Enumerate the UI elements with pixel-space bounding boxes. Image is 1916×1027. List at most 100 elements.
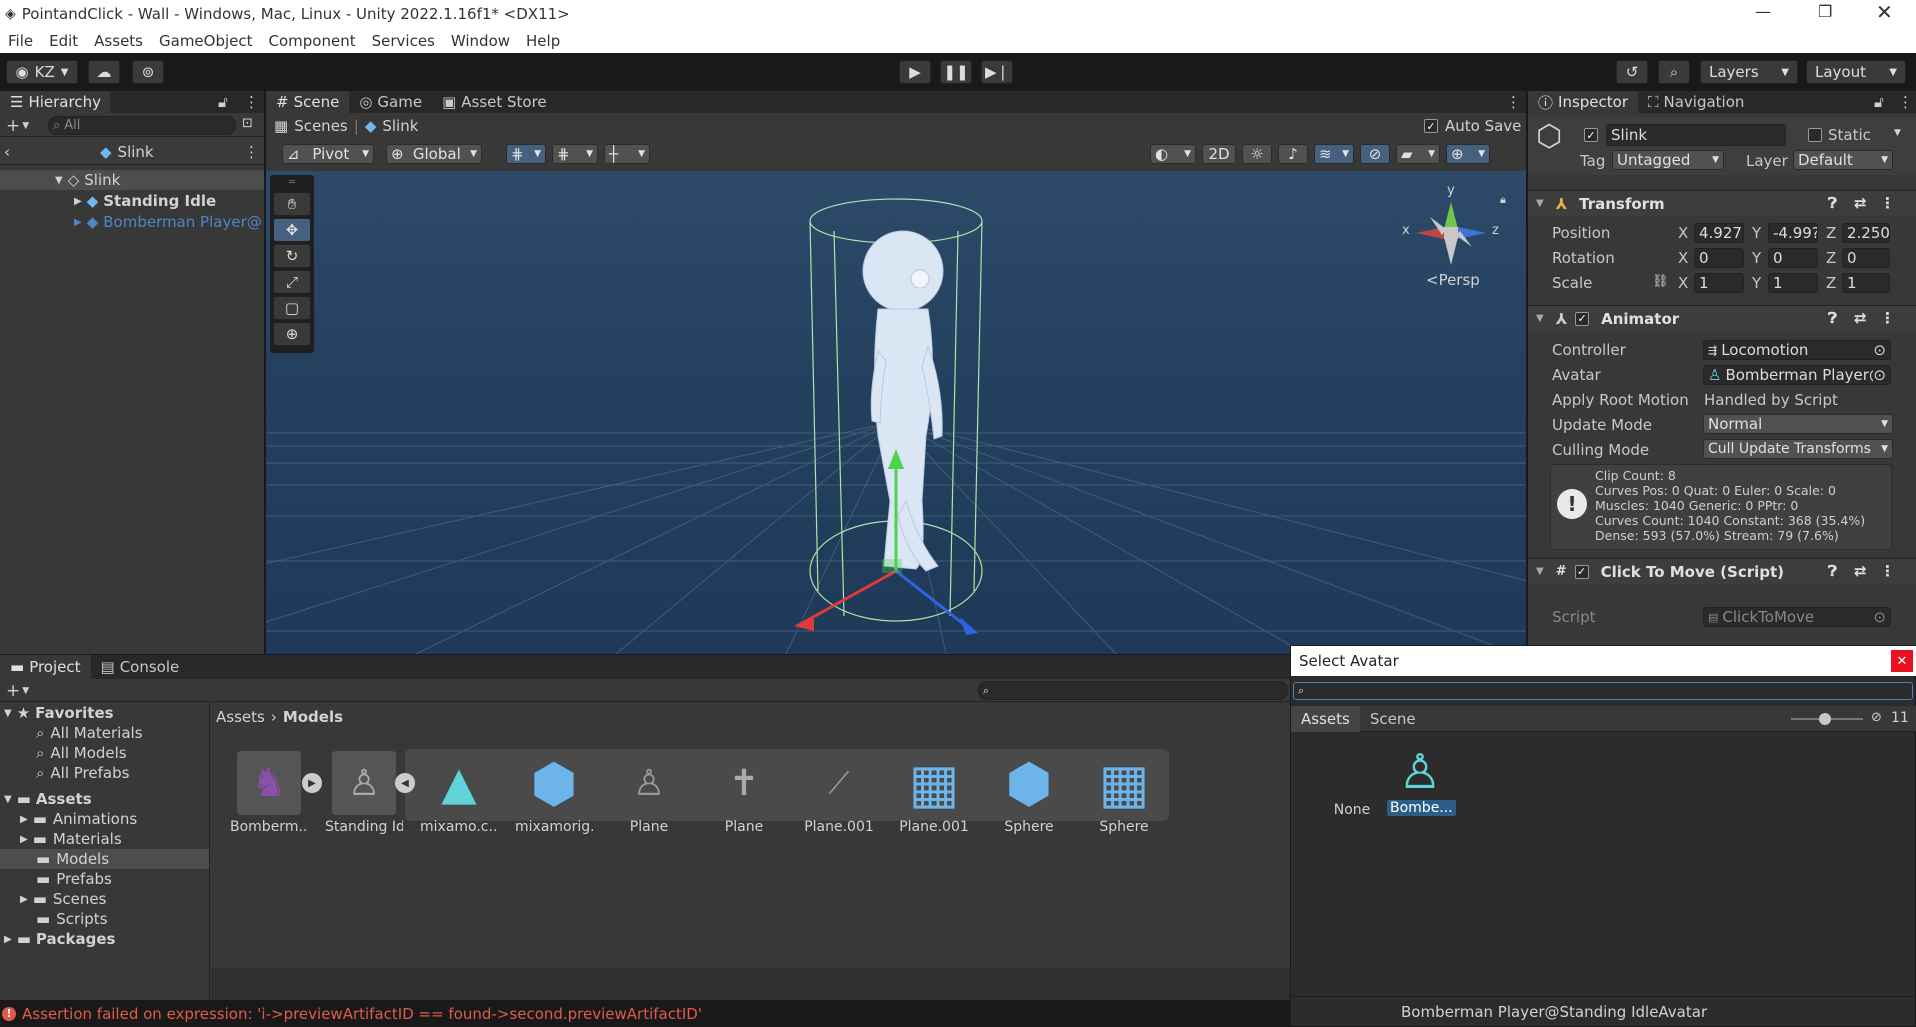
drag-handle-icon[interactable]: ═ — [273, 178, 311, 190]
asset-item[interactable]: ⬢ Sphere — [990, 751, 1068, 836]
help-icon[interactable]: ❓︎ — [1828, 562, 1837, 580]
folder-prefabs[interactable]: ▬ Prefabs — [0, 869, 209, 889]
asset-item[interactable]: ⟋ Plane.001 — [800, 751, 878, 836]
update-mode-dropdown[interactable]: Normal ▼ — [1703, 414, 1893, 434]
avatar-search-input[interactable]: ⌕ — [1293, 682, 1913, 700]
auto-save-checkbox[interactable]: ✓ — [1424, 119, 1438, 133]
camera-button[interactable]: ▰ ▼ — [1396, 144, 1440, 164]
add-icon[interactable]: + — [6, 116, 20, 136]
increment-snap-button[interactable]: ┼ ▼ — [604, 144, 650, 164]
thumbnail-size-slider[interactable] — [1791, 713, 1863, 725]
grid-snap-button[interactable]: ⋕ ▼ — [506, 144, 546, 164]
active-checkbox[interactable]: ✓ — [1584, 128, 1598, 142]
tree-item-standing-idle[interactable]: ▶ ◆ Standing Idle — [0, 191, 264, 211]
tab-assets[interactable]: Assets — [1291, 705, 1360, 732]
menu-services[interactable]: Services — [364, 32, 443, 50]
rect-tool-button[interactable]: ▢ — [273, 296, 311, 320]
breadcrumb-slink[interactable]: Slink — [382, 117, 418, 135]
culling-mode-dropdown[interactable]: Cull Update Transforms ▼ — [1703, 439, 1893, 459]
lighting-button[interactable]: ☼ — [1242, 144, 1272, 164]
layer-dropdown[interactable]: Default ▼ — [1793, 150, 1893, 170]
asset-item[interactable]: ✝ Plane — [705, 751, 783, 836]
object-name-input[interactable]: Slink — [1606, 124, 1786, 146]
draw-mode-dropdown[interactable]: ◐ ▼ — [1150, 144, 1196, 164]
link-icon[interactable]: ⛓︎ — [1652, 274, 1669, 289]
lock-icon[interactable]: 🔒︎ — [1500, 193, 1506, 207]
tab-asset-store[interactable]: ▣ Asset Store — [432, 91, 557, 113]
animator-enabled-checkbox[interactable]: ✓ — [1575, 311, 1590, 326]
hand-tool-button[interactable]: ✋︎ — [273, 192, 311, 216]
grid-visibility-button[interactable]: ⋕ ▼ — [552, 144, 598, 164]
history-button[interactable]: ↺ — [1616, 60, 1648, 84]
favorite-all-models[interactable]: ⌕ All Models — [0, 743, 209, 763]
status-error-text[interactable]: Assertion failed on expression: 'i->prev… — [22, 1005, 702, 1023]
restore-button[interactable]: ❐ — [1818, 2, 1832, 21]
asset-item[interactable]: ⬢ mixamorig... — [515, 751, 593, 836]
gizmos-button[interactable]: ⊕ ▼ — [1446, 144, 1490, 164]
menu-edit[interactable]: Edit — [41, 32, 86, 50]
collab-button[interactable]: ⊚ — [132, 60, 164, 84]
tab-navigation[interactable]: ⛶ Navigation — [1638, 91, 1754, 113]
rotate-tool-button[interactable]: ↻ — [273, 244, 311, 268]
add-icon[interactable]: + — [6, 681, 20, 701]
tree-item-slink[interactable]: ▼ ◇ Slink — [0, 170, 264, 190]
menu-window[interactable]: Window — [443, 32, 518, 50]
favorites-header[interactable]: ▼ ★ Favorites — [0, 703, 209, 723]
breadcrumb-scenes[interactable]: Scenes — [294, 117, 348, 135]
toggle-2d-button[interactable]: 2D — [1202, 144, 1236, 164]
help-icon[interactable]: ❓︎ — [1828, 309, 1837, 327]
breadcrumb-models[interactable]: Models — [283, 708, 343, 726]
rotation-y-input[interactable]: 0 — [1768, 248, 1818, 268]
click-to-move-header[interactable]: ▼ # ✓ Click To Move (Script) ❓︎ ⇄ ⋮ — [1528, 558, 1916, 584]
menu-help[interactable]: Help — [518, 32, 568, 50]
tab-project[interactable]: ▬ Project — [0, 655, 91, 679]
asset-item[interactable]: ▦ Sphere — [1085, 751, 1163, 836]
animator-header[interactable]: ▼ ⅄ ✓ Animator ❓︎ ⇄ ⋮ — [1528, 305, 1916, 331]
filter-icon[interactable]: ⊡ — [242, 116, 253, 131]
preset-icon[interactable]: ⇄ — [1854, 562, 1867, 580]
avatar-option-bomberman[interactable]: ♙ Bombe... — [1387, 746, 1456, 816]
controller-field[interactable]: ⇶ Locomotion ⊙ — [1703, 340, 1891, 360]
asset-item[interactable]: ♙ ◀ Standing Id... — [325, 751, 415, 835]
search-button[interactable]: ⌕ — [1658, 60, 1690, 84]
preset-icon[interactable]: ⇄ — [1854, 309, 1867, 327]
menu-assets[interactable]: Assets — [86, 32, 151, 50]
tab-inspector[interactable]: ⓘ Inspector — [1528, 91, 1638, 113]
preset-icon[interactable]: ⇄ — [1854, 194, 1867, 212]
assets-root[interactable]: ▼ ▬ Assets — [0, 789, 209, 809]
favorite-all-materials[interactable]: ⌕ All Materials — [0, 723, 209, 743]
position-y-input[interactable]: -4.99? — [1768, 223, 1818, 243]
kebab-menu-icon[interactable]: ⋮ — [1898, 93, 1913, 111]
kebab-menu-icon[interactable]: ⋮ — [1880, 194, 1895, 212]
scale-x-input[interactable]: 1 — [1694, 273, 1744, 293]
scale-z-input[interactable]: 1 — [1842, 273, 1890, 293]
move-tool-button[interactable]: ✥ — [273, 218, 311, 242]
script-enabled-checkbox[interactable]: ✓ — [1574, 564, 1589, 579]
cloud-button[interactable]: ☁ — [88, 60, 120, 84]
hierarchy-search-input[interactable]: ⌕ All — [48, 116, 236, 135]
object-picker-icon[interactable]: ⊙ — [1873, 341, 1886, 359]
pause-button[interactable]: ❚❚ — [940, 60, 972, 84]
menu-component[interactable]: Component — [261, 32, 364, 50]
project-search-input[interactable]: ⌕ — [978, 681, 1288, 700]
tab-scene-objects[interactable]: Scene — [1360, 706, 1426, 732]
object-picker-icon[interactable]: ⊙ — [1873, 366, 1886, 384]
folder-scripts[interactable]: ▬ Scripts — [0, 909, 209, 929]
menu-gameobject[interactable]: GameObject — [151, 32, 261, 50]
folder-animations[interactable]: ▶ ▬ Animations — [0, 809, 209, 829]
orientation-gizmo[interactable]: y x z 🔒︎ <Persp — [1396, 183, 1506, 297]
rotation-x-input[interactable]: 0 — [1694, 248, 1744, 268]
chevron-down-icon[interactable]: ▼ — [1894, 128, 1901, 138]
scale-tool-button[interactable]: ⤢ — [273, 270, 311, 294]
effects-button[interactable]: ≋ ▼ — [1314, 144, 1354, 164]
tab-game[interactable]: ◎ Game — [349, 91, 432, 113]
folder-materials[interactable]: ▶ ▬ Materials — [0, 829, 209, 849]
folder-scenes[interactable]: ▶ ▬ Scenes — [0, 889, 209, 909]
account-dropdown[interactable]: ◉ KZ ▼ — [6, 60, 78, 84]
slider-handle[interactable] — [1819, 713, 1831, 725]
layers-dropdown[interactable]: Layers ▼ — [1700, 60, 1798, 84]
persp-label[interactable]: <Persp — [1426, 271, 1480, 289]
lock-icon[interactable]: 🔓︎ — [218, 93, 228, 111]
chevron-down-icon[interactable]: ▼ — [22, 686, 29, 696]
lock-icon[interactable]: 🔓︎ — [1874, 93, 1884, 111]
